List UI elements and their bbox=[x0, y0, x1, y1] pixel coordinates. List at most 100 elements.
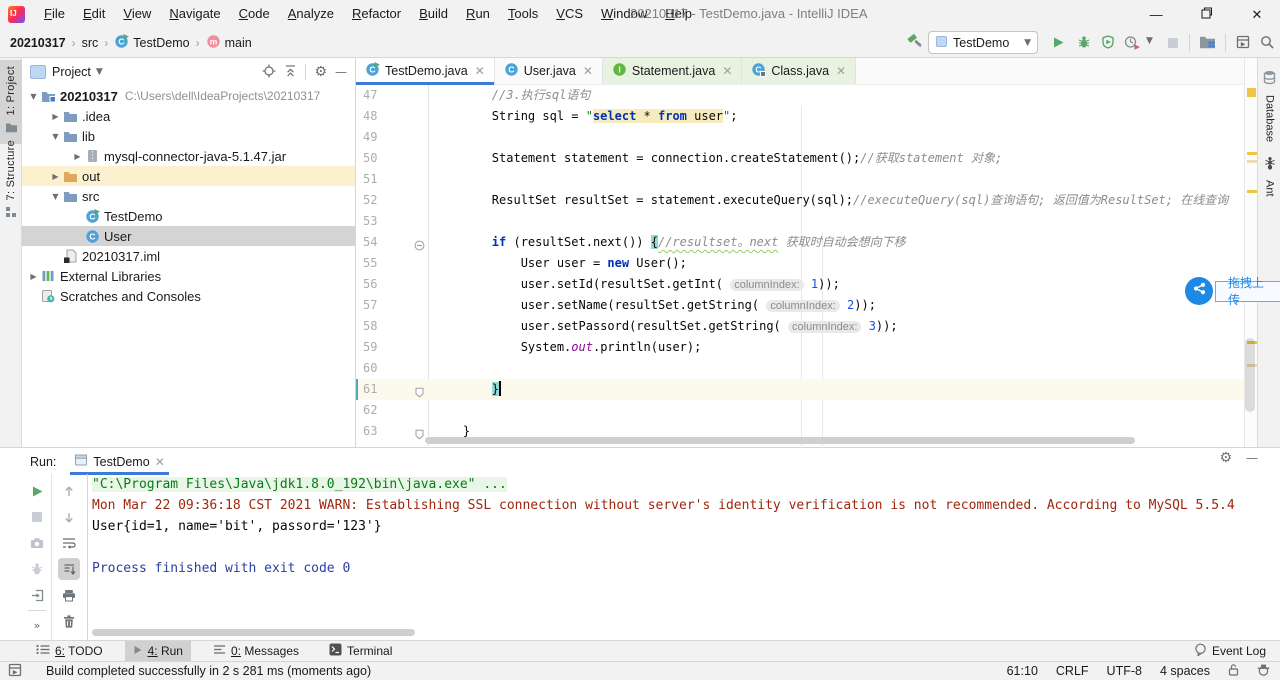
chevron-right-icon[interactable]: ▶ bbox=[50, 112, 61, 121]
line-number[interactable]: 54 bbox=[363, 232, 393, 253]
print-button[interactable] bbox=[58, 584, 80, 606]
chevron-down-icon[interactable]: ▼ bbox=[96, 67, 103, 77]
line-separator-widget[interactable]: CRLF bbox=[1056, 664, 1089, 678]
close-icon[interactable]: ✕ bbox=[475, 64, 485, 78]
line-number[interactable]: 52 bbox=[363, 190, 393, 211]
line-number[interactable]: 63 bbox=[363, 421, 393, 442]
debug-button[interactable] bbox=[1073, 31, 1095, 53]
stop-button[interactable] bbox=[26, 506, 48, 528]
restore-button[interactable] bbox=[1184, 0, 1230, 28]
menu-build[interactable]: Build bbox=[410, 0, 457, 28]
tree-item-20210317-iml[interactable]: 20210317.iml bbox=[22, 246, 355, 266]
encoding-widget[interactable]: UTF-8 bbox=[1107, 664, 1142, 678]
fold-marker-icon[interactable] bbox=[414, 426, 425, 437]
run-config-select[interactable]: TestDemo ▼ bbox=[928, 31, 1038, 54]
line-number[interactable]: 58 bbox=[363, 316, 393, 337]
fold-marker-icon[interactable] bbox=[414, 237, 425, 248]
breadcrumb-item-testdemo[interactable]: CTestDemo bbox=[114, 34, 189, 52]
drag-upload-widget[interactable]: 拖拽上传 bbox=[1185, 277, 1280, 305]
indent-widget[interactable]: 4 spaces bbox=[1160, 664, 1210, 678]
lock-icon[interactable] bbox=[1228, 663, 1239, 679]
code-area[interactable]: 47 //3.执行sql语句48 String sql = "select * … bbox=[356, 85, 1244, 446]
chevron-down-icon[interactable]: ▼ bbox=[50, 132, 61, 141]
rerun-failed-button[interactable] bbox=[26, 558, 48, 580]
menu-navigate[interactable]: Navigate bbox=[160, 0, 229, 28]
breadcrumb-item-src[interactable]: src bbox=[82, 36, 99, 50]
down-stack-trace-button[interactable] bbox=[58, 506, 80, 528]
close-icon[interactable]: ✕ bbox=[583, 64, 593, 78]
line-number[interactable]: 51 bbox=[363, 169, 393, 190]
tool-button-6-todo[interactable]: 6: TODO bbox=[28, 641, 111, 662]
inspections-icon[interactable] bbox=[1257, 663, 1270, 679]
editor[interactable]: CTestDemo.java✕CUser.java✕IStatement.jav… bbox=[355, 58, 1244, 447]
menu-run[interactable]: Run bbox=[457, 0, 499, 28]
thread-dump-button[interactable] bbox=[26, 532, 48, 554]
menu-code[interactable]: Code bbox=[230, 0, 279, 28]
console-output[interactable]: "C:\Program Files\Java\jdk1.8.0_192\bin\… bbox=[92, 474, 1280, 624]
close-icon[interactable]: ✕ bbox=[722, 64, 732, 78]
tab-user-java[interactable]: CUser.java✕ bbox=[495, 58, 603, 84]
soft-wrap-button[interactable] bbox=[58, 532, 80, 554]
locate-file-button[interactable] bbox=[262, 64, 276, 81]
profiler-button[interactable] bbox=[1121, 31, 1143, 53]
run-button[interactable] bbox=[1047, 31, 1069, 53]
line-number[interactable]: 49 bbox=[363, 127, 393, 148]
tree-item-user[interactable]: CUser bbox=[22, 226, 355, 246]
tool-button-database[interactable]: Database bbox=[1258, 64, 1280, 148]
gear-icon[interactable]: ⚙ bbox=[1219, 450, 1232, 466]
clear-console-button[interactable] bbox=[58, 610, 80, 632]
chevron-down-icon[interactable]: ▼ bbox=[28, 92, 39, 101]
exit-button[interactable] bbox=[26, 584, 48, 606]
menu-file[interactable]: File bbox=[35, 0, 74, 28]
rerun-button[interactable] bbox=[26, 480, 48, 502]
line-number[interactable]: 61 bbox=[363, 379, 393, 400]
chevron-down-icon[interactable]: ▼ bbox=[50, 192, 61, 201]
editor-vertical-scrollbar[interactable] bbox=[1245, 338, 1255, 412]
chevron-right-icon[interactable]: ▶ bbox=[72, 152, 83, 161]
tab-statement-java[interactable]: IStatement.java✕ bbox=[603, 58, 742, 84]
minimize-button[interactable]: — bbox=[1133, 0, 1179, 28]
tree-item--idea[interactable]: ▶.idea bbox=[22, 106, 355, 126]
line-number[interactable]: 53 bbox=[363, 211, 393, 232]
tree-item-external-libraries[interactable]: ▶External Libraries bbox=[22, 266, 355, 286]
tree-item-mysql-connector-java-5-1-47-jar[interactable]: ▶mysql-connector-java-5.1.47.jar bbox=[22, 146, 355, 166]
tool-button-0-messages[interactable]: 0: Messages bbox=[205, 641, 307, 662]
close-button[interactable]: ✕ bbox=[1234, 1, 1280, 29]
menu-analyze[interactable]: Analyze bbox=[279, 0, 343, 28]
menu-refactor[interactable]: Refactor bbox=[343, 0, 410, 28]
scroll-to-end-button[interactable] bbox=[58, 558, 80, 580]
line-number[interactable]: 56 bbox=[363, 274, 393, 295]
caret-position-widget[interactable]: 61:10 bbox=[1007, 664, 1038, 678]
tree-item-out[interactable]: ▶out bbox=[22, 166, 355, 186]
chevron-right-icon[interactable]: ▶ bbox=[28, 272, 39, 281]
collapse-all-button[interactable] bbox=[284, 64, 297, 80]
close-icon[interactable]: ✕ bbox=[155, 455, 165, 469]
share-icon[interactable] bbox=[1185, 277, 1213, 305]
tool-window-button[interactable] bbox=[1232, 31, 1254, 53]
tool-button-structure[interactable]: 7: Structure bbox=[0, 134, 22, 229]
chevron-right-icon[interactable]: ▶ bbox=[50, 172, 61, 181]
tree-item-scratches-and-consoles[interactable]: Scratches and Consoles bbox=[22, 286, 355, 306]
editor-horizontal-scrollbar[interactable] bbox=[425, 437, 1135, 444]
run-tab[interactable]: TestDemo ✕ bbox=[70, 448, 168, 475]
menu-tools[interactable]: Tools bbox=[499, 0, 547, 28]
line-number[interactable]: 55 bbox=[363, 253, 393, 274]
menu-view[interactable]: View bbox=[114, 0, 160, 28]
tool-windows-icon[interactable] bbox=[8, 663, 22, 680]
console-horizontal-scrollbar[interactable] bbox=[92, 629, 415, 636]
fold-marker-icon[interactable] bbox=[414, 384, 425, 395]
hide-panel-button[interactable]: — bbox=[335, 65, 347, 79]
tool-button-4-run[interactable]: 4: Run bbox=[125, 641, 191, 662]
tree-item-lib[interactable]: ▼lib bbox=[22, 126, 355, 146]
tree-item-20210317[interactable]: ▼20210317C:\Users\dell\IdeaProjects\2021… bbox=[22, 86, 355, 106]
chevron-down-icon[interactable]: ▼ bbox=[1146, 36, 1153, 46]
line-number[interactable]: 62 bbox=[363, 400, 393, 421]
tab-testdemo-java[interactable]: CTestDemo.java✕ bbox=[356, 58, 495, 84]
breadcrumb-item-main[interactable]: mmain bbox=[206, 34, 252, 52]
search-everywhere-button[interactable] bbox=[1256, 31, 1278, 53]
gear-icon[interactable]: ⚙ bbox=[314, 64, 327, 80]
coverage-button[interactable] bbox=[1097, 31, 1119, 53]
menu-vcs[interactable]: VCS bbox=[547, 0, 592, 28]
close-icon[interactable]: ✕ bbox=[836, 64, 846, 78]
up-stack-trace-button[interactable] bbox=[58, 480, 80, 502]
